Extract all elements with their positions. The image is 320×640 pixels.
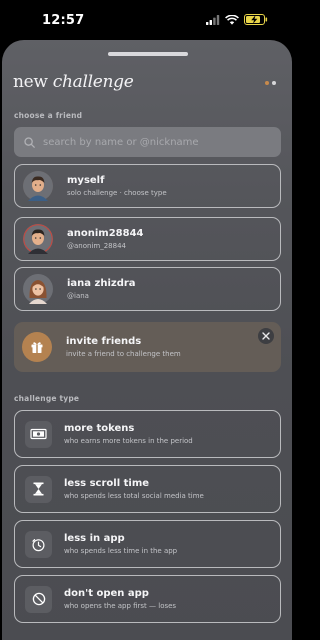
- sheet-grabber[interactable]: [108, 52, 188, 56]
- status-icons: [206, 14, 268, 25]
- challenge-type-less-scroll-time[interactable]: less scroll time who spends less total s…: [14, 465, 281, 513]
- challenge-type-sub: who earns more tokens in the period: [64, 437, 193, 445]
- page-dot: [272, 81, 276, 85]
- search-icon: [24, 136, 35, 148]
- signal-icon: [206, 14, 220, 25]
- hourglass-icon: [25, 475, 52, 503]
- status-time: 12:57: [42, 13, 85, 28]
- challenge-type-sub: who spends less time in the app: [64, 547, 178, 555]
- search-input[interactable]: search by name or @nickname: [14, 127, 281, 157]
- friend-name: anonim28844: [67, 228, 144, 239]
- challenge-type-title: less scroll time: [64, 478, 150, 489]
- friend-sub: @anonim_28844: [67, 242, 126, 250]
- challenge-type-sub: who opens the app first — loses: [64, 602, 177, 610]
- search-placeholder: search by name or @nickname: [43, 136, 199, 148]
- section-label-challenge-type: challenge type: [14, 394, 80, 403]
- gift-icon: [22, 332, 52, 362]
- friend-card-anonim28844[interactable]: anonim28844 @anonim_28844: [14, 217, 281, 261]
- avatar: [23, 171, 53, 201]
- wifi-icon: [225, 14, 239, 25]
- avatar: [23, 224, 53, 254]
- page-dot-active: [265, 81, 269, 85]
- challenge-type-title: less in app: [64, 533, 125, 544]
- friend-name: myself: [67, 175, 105, 186]
- section-label-friends: choose a friend: [14, 111, 83, 120]
- battery-charging-icon: [244, 14, 268, 25]
- close-icon: [262, 332, 270, 340]
- friend-card-iana-zhizdra[interactable]: iana zhizdra @iana: [14, 267, 281, 311]
- friend-card-myself[interactable]: myself solo challenge · choose type: [14, 164, 281, 208]
- page-indicator: [265, 81, 276, 85]
- challenge-type-sub: who spends less total social media time: [64, 492, 204, 500]
- invite-title: invite friends: [66, 336, 142, 347]
- block-icon: [25, 585, 52, 613]
- new-challenge-sheet: new challenge choose a friend search by …: [2, 40, 292, 640]
- title-regular: new: [13, 72, 48, 92]
- friend-sub: @iana: [67, 292, 89, 300]
- challenge-type-less-in-app[interactable]: less in app who spends less time in the …: [14, 520, 281, 568]
- invite-friends-card[interactable]: invite friends invite a friend to challe…: [14, 322, 281, 372]
- page-title: new challenge: [13, 72, 134, 92]
- challenge-type-more-tokens[interactable]: more tokens who earns more tokens in the…: [14, 410, 281, 458]
- tokens-icon: [25, 420, 52, 448]
- challenge-type-dont-open-app[interactable]: don't open app who opens the app first —…: [14, 575, 281, 623]
- challenge-type-title: don't open app: [64, 588, 149, 599]
- status-bar: 12:57: [0, 0, 294, 40]
- invite-sub: invite a friend to challenge them: [66, 350, 181, 358]
- challenge-type-title: more tokens: [64, 423, 135, 434]
- friend-name: iana zhizdra: [67, 278, 136, 289]
- friend-sub: solo challenge · choose type: [67, 189, 167, 197]
- close-invite-button[interactable]: [258, 328, 274, 344]
- avatar: [23, 274, 53, 304]
- title-italic: challenge: [52, 72, 134, 92]
- timer-icon: [25, 530, 52, 558]
